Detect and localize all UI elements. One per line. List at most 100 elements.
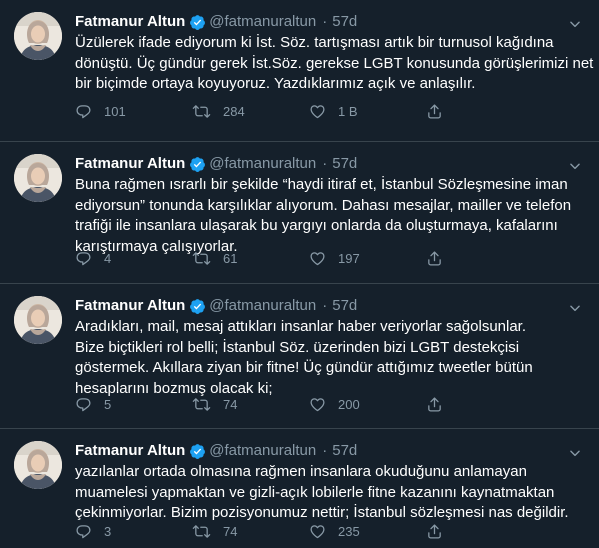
reply-icon [75, 103, 104, 120]
tweet-text: Aradıkları, mail, mesaj attıkları insanl… [75, 317, 587, 399]
tweet-actions: 4 61 197 [75, 248, 545, 268]
reply-icon [75, 396, 104, 413]
like-count: 1 B [338, 103, 358, 119]
tweet-header: Fatmanur Altun @fatmanuraltun · 57d [75, 154, 357, 174]
avatar[interactable] [14, 441, 62, 489]
like-button[interactable]: 197 [309, 250, 426, 267]
tweet[interactable]: Fatmanur Altun @fatmanuraltun · 57d Üzülerek… [0, 0, 599, 142]
separator-dot: · [322, 13, 328, 30]
like-button[interactable]: 235 [309, 523, 426, 540]
reply-count: 5 [104, 396, 112, 412]
more-options-chevron-icon[interactable] [565, 443, 585, 463]
tweet[interactable]: Fatmanur Altun @fatmanuraltun · 57d yazılanl… [0, 429, 599, 548]
reply-button[interactable]: 5 [75, 396, 192, 413]
retweet-icon [192, 103, 223, 120]
tweet-text-line: trafiği ile insanlara ulaşarak bu yargıy… [75, 217, 558, 234]
reply-count: 3 [104, 523, 112, 539]
tweet-text: Üzülerek ifade ediyorum ki İst. Söz. tar… [75, 33, 594, 95]
tweet-timestamp[interactable]: 57d [332, 296, 357, 316]
tweet-text-line: muamelesi yapmaktan ve gizli-açık lobile… [75, 483, 555, 501]
share-button[interactable] [426, 103, 455, 120]
verified-badge-icon [189, 298, 206, 315]
retweet-icon [192, 396, 223, 413]
author-handle[interactable]: @fatmanuraltun [209, 12, 316, 32]
tweet-text-line: Buna rağmen ısrarlı bir şekilde “haydi i… [75, 176, 568, 193]
share-icon [426, 396, 455, 413]
tweet-text-line: bir biçimde ortaya koyuyoruz. Yazdıkları… [75, 75, 476, 92]
separator-dot: · [322, 155, 328, 172]
tweet-timestamp[interactable]: 57d [332, 12, 357, 32]
tweet-text-line: ediyorsun” tonunda karşılıklar alıyorum.… [75, 196, 572, 214]
author-name[interactable]: Fatmanur Altun [75, 154, 185, 174]
tweet-feed: Fatmanur Altun @fatmanuraltun · 57d Üzülerek… [0, 0, 599, 548]
like-count: 197 [338, 250, 360, 266]
verified-badge-icon [189, 156, 206, 173]
author-handle[interactable]: @fatmanuraltun [209, 441, 316, 461]
tweet-header: Fatmanur Altun @fatmanuraltun · 57d [75, 296, 357, 316]
more-options-chevron-icon[interactable] [565, 14, 585, 34]
tweet-text-line: Bize biçtikleri rol belli; İstanbul Söz.… [75, 338, 520, 356]
retweet-button[interactable]: 61 [192, 250, 309, 267]
tweet-text-line: dönüştü. Üç gündür gerek İst.Söz. gereks… [75, 54, 594, 72]
heart-icon [309, 250, 338, 267]
tweet-timestamp[interactable]: 57d [332, 154, 357, 174]
share-icon [426, 523, 455, 540]
reply-count: 101 [104, 103, 126, 119]
share-button[interactable] [426, 396, 455, 413]
more-options-chevron-icon[interactable] [565, 298, 585, 318]
like-button[interactable]: 200 [309, 396, 426, 413]
retweet-count: 74 [223, 396, 238, 412]
retweet-icon [192, 250, 223, 267]
verified-badge-icon [189, 14, 206, 31]
reply-button[interactable]: 4 [75, 250, 192, 267]
tweet-header: Fatmanur Altun @fatmanuraltun · 57d [75, 12, 357, 32]
tweet-actions: 101 284 1 B [75, 101, 545, 121]
retweet-button[interactable]: 74 [192, 523, 309, 540]
retweet-button[interactable]: 284 [192, 103, 309, 120]
retweet-icon [192, 523, 223, 540]
reply-button[interactable]: 3 [75, 523, 192, 540]
tweet-text-line: Üzülerek ifade ediyorum ki İst. Söz. tar… [75, 34, 554, 51]
share-button[interactable] [426, 523, 455, 540]
tweet-actions: 3 74 235 [75, 521, 545, 541]
reply-icon [75, 250, 104, 267]
avatar[interactable] [14, 154, 62, 202]
separator-dot: · [322, 442, 328, 459]
tweet[interactable]: Fatmanur Altun @fatmanuraltun · 57d Aradıkla… [0, 284, 599, 429]
reply-icon [75, 523, 104, 540]
author-handle[interactable]: @fatmanuraltun [209, 154, 316, 174]
like-button[interactable]: 1 B [309, 103, 426, 120]
share-button[interactable] [426, 250, 455, 267]
author-name[interactable]: Fatmanur Altun [75, 12, 185, 32]
avatar[interactable] [14, 12, 62, 60]
more-options-chevron-icon[interactable] [565, 156, 585, 176]
share-icon [426, 103, 455, 120]
tweet-text: yazılanlar ortada olmasına rağmen insanl… [75, 462, 587, 524]
like-count: 235 [338, 523, 360, 539]
author-name[interactable]: Fatmanur Altun [75, 441, 185, 461]
separator-dot: · [322, 297, 328, 314]
retweet-count: 74 [223, 523, 238, 539]
heart-icon [309, 103, 338, 120]
retweet-button[interactable]: 74 [192, 396, 309, 413]
share-icon [426, 250, 455, 267]
heart-icon [309, 396, 338, 413]
verified-badge-icon [189, 443, 206, 460]
tweet-header: Fatmanur Altun @fatmanuraltun · 57d [75, 441, 357, 461]
reply-count: 4 [104, 250, 112, 266]
author-handle[interactable]: @fatmanuraltun [209, 296, 316, 316]
tweet[interactable]: Fatmanur Altun @fatmanuraltun · 57d Buna rağ… [0, 142, 599, 284]
tweet-text-line: yazılanlar ortada olmasına rağmen insanl… [75, 463, 527, 480]
retweet-count: 284 [223, 103, 245, 119]
tweet-actions: 5 74 200 [75, 394, 545, 414]
reply-button[interactable]: 101 [75, 103, 192, 120]
tweet-text-line: göstermek. Akıllara ziyan bir fitne! Üç … [75, 359, 533, 376]
retweet-count: 61 [223, 250, 238, 266]
tweet-timestamp[interactable]: 57d [332, 441, 357, 461]
tweet-text-line: Aradıkları, mail, mesaj attıkları insanl… [75, 318, 527, 335]
like-count: 200 [338, 396, 360, 412]
avatar[interactable] [14, 296, 62, 344]
heart-icon [309, 523, 338, 540]
tweet-text: Buna rağmen ısrarlı bir şekilde “haydi i… [75, 175, 587, 257]
author-name[interactable]: Fatmanur Altun [75, 296, 185, 316]
